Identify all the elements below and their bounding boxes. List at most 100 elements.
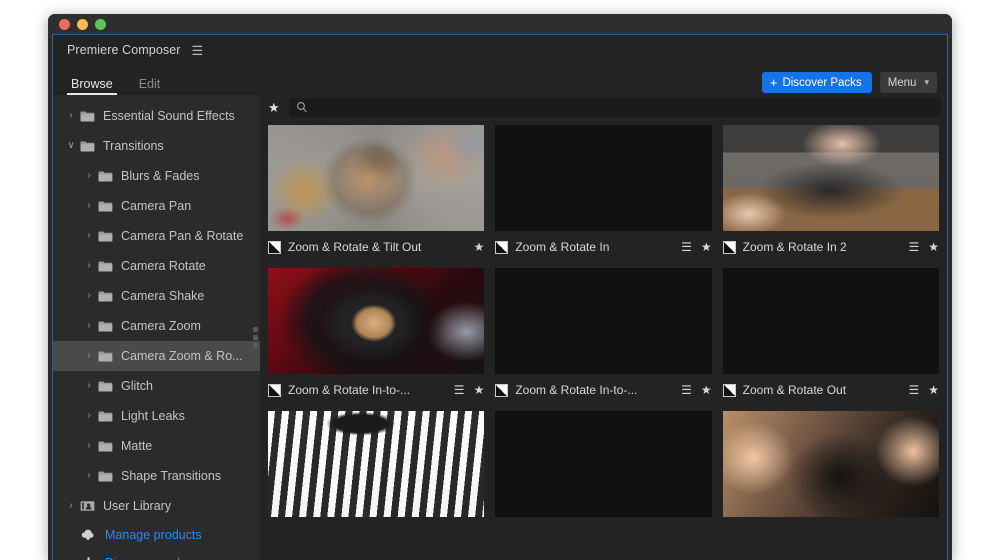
chevron-right-icon[interactable]: ›: [81, 441, 97, 451]
chevron-right-icon[interactable]: ›: [81, 471, 97, 481]
race-car-headlight-flare-image: [495, 411, 711, 517]
sidebar-item-user-library[interactable]: › User Library: [53, 491, 260, 521]
sidebar-item-camera-rotate[interactable]: › Camera Rotate: [53, 251, 260, 281]
chevron-right-icon[interactable]: ›: [81, 321, 97, 331]
preset-thumbnail[interactable]: [722, 411, 939, 517]
tab-edit[interactable]: Edit: [137, 77, 163, 95]
sidebar-item-transitions[interactable]: ∨ Transitions: [53, 131, 260, 161]
preset-card[interactable]: Zoom & Rotate In-to-... ☰ ★: [495, 268, 712, 403]
panel-body: › Essential Sound Effects ∨ Transitions › Blu…: [53, 95, 947, 560]
preset-thumbnail[interactable]: [268, 125, 485, 231]
folder-icon: [97, 350, 114, 362]
sidebar-item-glitch[interactable]: › Glitch: [53, 371, 260, 401]
sidebar-item-matte[interactable]: › Matte: [53, 431, 260, 461]
tab-browse[interactable]: Browse: [67, 77, 117, 95]
hamburger-icon[interactable]: ☰: [681, 241, 692, 253]
sidebar-item-label: Essential Sound Effects: [103, 109, 235, 123]
star-icon[interactable]: ★: [928, 241, 939, 253]
sidebar-item-camera-zoom[interactable]: › Camera Zoom: [53, 311, 260, 341]
hamburger-icon[interactable]: ☰: [192, 44, 204, 57]
sidebar-item-essential-sound-effects[interactable]: › Essential Sound Effects: [53, 101, 260, 131]
preset-card[interactable]: [495, 411, 712, 517]
star-icon[interactable]: ★: [474, 241, 485, 253]
tab-browse-label: Browse: [71, 77, 113, 91]
search-input[interactable]: [288, 97, 941, 117]
preset-card-footer: Zoom & Rotate In 2 ☰ ★: [722, 231, 939, 260]
chevron-right-icon[interactable]: ›: [63, 111, 79, 121]
folder-icon: [98, 261, 113, 272]
folder-icon: [80, 141, 95, 152]
chevron-right-icon[interactable]: ›: [81, 381, 97, 391]
preset-card[interactable]: Zoom & Rotate & Tilt Out ☰★: [268, 125, 485, 260]
preset-card[interactable]: Zoom & Rotate In ☰ ★: [495, 125, 712, 260]
preset-thumbnail[interactable]: [722, 125, 939, 231]
star-icon[interactable]: ★: [268, 101, 280, 114]
chevron-right-icon[interactable]: ›: [81, 171, 97, 181]
sidebar-link-label: Discover packs: [105, 556, 190, 560]
black-white-speed-blur-image: [268, 411, 485, 517]
folder-icon: [98, 201, 113, 212]
chevron-right-icon[interactable]: ›: [81, 351, 97, 361]
extension-panel: Premiere Composer ☰ Browse Edit + Discov…: [52, 34, 948, 560]
swirl-radial-blur-frame-image: [723, 268, 939, 374]
sidebar-item-camera-pan-rotate[interactable]: › Camera Pan & Rotate: [53, 221, 260, 251]
preset-thumbnail[interactable]: [722, 268, 939, 374]
preset-card-actions: ☰★: [902, 384, 939, 396]
preset-grid: Zoom & Rotate & Tilt Out☰★Zoom & Rotate …: [260, 119, 947, 560]
preset-card[interactable]: Zoom & Rotate In-to-... ☰ ★: [268, 268, 485, 403]
preset-icon: [722, 240, 736, 254]
sidebar-item-light-leaks[interactable]: › Light Leaks: [53, 401, 260, 431]
panel-header: Premiere Composer ☰: [53, 35, 947, 65]
preset-thumbnail[interactable]: [495, 411, 712, 517]
preset-thumbnail[interactable]: [495, 125, 712, 231]
star-icon[interactable]: ★: [928, 384, 939, 396]
sidebar-item-label: Shape Transitions: [121, 469, 222, 483]
maximize-window-button[interactable]: [95, 18, 106, 30]
hamburger-icon[interactable]: ☰: [908, 384, 919, 396]
blurred-cowboy-radial-zoom-image: [268, 125, 485, 231]
chevron-down-icon[interactable]: ∨: [63, 141, 79, 151]
library-icon: [79, 500, 96, 512]
sidebar-link-manage-products[interactable]: Manage products: [53, 521, 260, 549]
discover-packs-button[interactable]: + Discover Packs: [761, 72, 872, 93]
preset-card[interactable]: [722, 411, 939, 517]
preset-icon: [495, 383, 509, 397]
sidebar-tree: › Essential Sound Effects ∨ Transitions › Blu…: [53, 95, 260, 560]
chevron-right-icon[interactable]: ›: [81, 291, 97, 301]
chevron-right-icon[interactable]: ›: [81, 201, 97, 211]
preset-card[interactable]: [268, 411, 485, 517]
sidebar-item-camera-shake[interactable]: › Camera Shake: [53, 281, 260, 311]
preset-thumbnail[interactable]: [268, 411, 485, 517]
drag-grip-icon[interactable]: [253, 327, 258, 348]
menu-button[interactable]: Menu ▾: [879, 72, 937, 93]
preset-thumbnail[interactable]: [268, 268, 485, 374]
sidebar-item-shape-transitions[interactable]: › Shape Transitions: [53, 461, 260, 491]
star-icon[interactable]: ★: [474, 384, 485, 396]
preset-title: Zoom & Rotate In-to-...: [288, 383, 411, 397]
close-window-button[interactable]: [59, 18, 70, 30]
preset-card-footer: Zoom & Rotate In ☰ ★: [495, 231, 712, 260]
sidebar-splitter[interactable]: [252, 95, 260, 560]
sidebar-item-camera-zoom-ro[interactable]: › Camera Zoom & Ro...: [53, 341, 260, 371]
sidebar-item-camera-pan[interactable]: › Camera Pan: [53, 191, 260, 221]
folder-icon: [98, 231, 113, 242]
star-icon[interactable]: ★: [701, 384, 712, 396]
chevron-right-icon[interactable]: ›: [81, 411, 97, 421]
chevron-right-icon[interactable]: ›: [81, 261, 97, 271]
sidebar-link-discover-packs[interactable]: Discover packs: [53, 549, 260, 560]
preset-card[interactable]: Zoom & Rotate In 2 ☰ ★: [722, 125, 939, 260]
plus-icon: [86, 556, 90, 560]
preset-thumbnail[interactable]: [495, 268, 712, 374]
minimize-window-button[interactable]: [77, 18, 88, 30]
chevron-right-icon[interactable]: ›: [81, 231, 97, 241]
hamburger-icon[interactable]: ☰: [908, 241, 919, 253]
preset-card[interactable]: Zoom & Rotate Out ☰ ★: [722, 268, 939, 403]
sidebar-item-blurs-fades[interactable]: › Blurs & Fades: [53, 161, 260, 191]
star-icon[interactable]: ★: [701, 241, 712, 253]
hamburger-icon[interactable]: ☰: [454, 384, 465, 396]
cloud-download-icon: [81, 529, 94, 540]
chevron-down-icon: ▾: [924, 77, 929, 87]
hamburger-icon[interactable]: ☰: [681, 384, 692, 396]
purple-bike-gold-hub-image: [495, 268, 711, 374]
chevron-right-icon[interactable]: ›: [63, 501, 79, 511]
